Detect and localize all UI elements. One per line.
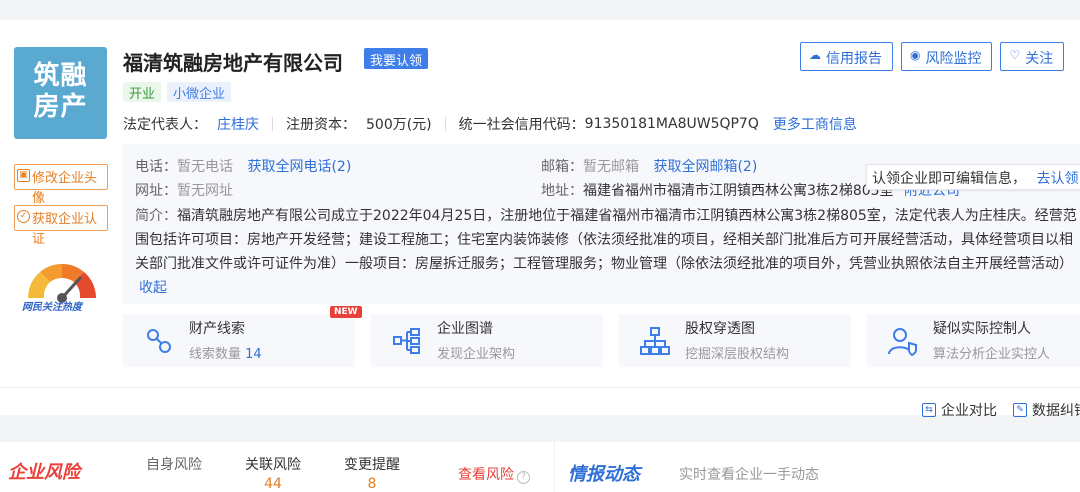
intel-subtitle: 实时查看企业一手动态 [679,467,819,483]
company-header-card: 筑融 房产 ▣ 修改企业头像 ✓ 获取企业认证 网民关注热度 福清筑融房地产有限… [0,20,1080,419]
related-risk[interactable]: 关联风险 44 [239,454,307,492]
status-tags: 开业 小微企业 [123,82,232,102]
claim-button[interactable]: 我要认领 [364,48,429,69]
basic-info-row: 法定代表人： 庄桂庆 注册资本： 500万(元) 统一社会信用代码： 91350… [123,114,857,134]
divider [0,387,1080,388]
phone-row: 电话：暂无电话 获取全网电话(2) [135,159,352,175]
feature-cards: 财产线索 线索数量 14 NEW 企业图谱 发现企业架构 股权穿透图 挖掘深层股… [123,306,1080,367]
capital-value: 500万(元) [366,117,432,133]
size-badge: 小微企业 [167,82,232,102]
change-alert[interactable]: 变更提醒 8 [338,454,406,492]
feature-enterprise-graph[interactable]: 企业图谱 发现企业架构 [371,314,603,367]
edit-logo-button[interactable]: ▣ 修改企业头像 [14,164,108,206]
heat-label: 网民关注热度 [22,302,82,313]
help-icon[interactable]: ? [517,471,530,484]
data-correction-button[interactable]: ✎ 数据纠错 [1013,400,1080,420]
cloud-download-icon: ☁ [809,48,821,62]
credit-code-value: 91350181MA8UW5QP7Q [584,116,759,132]
divider [272,117,273,131]
get-email-link[interactable]: 获取全网邮箱(2) [653,159,757,175]
feature-property-clues[interactable]: 财产线索 线索数量 14 NEW [123,306,362,367]
eye-icon: ◉ [910,48,921,62]
status-badge: 开业 [123,82,162,102]
risk-monitor-button[interactable]: ◉ 风险监控 [901,42,993,71]
email-row: 邮箱：暂无邮箱 获取全网邮箱(2) [541,159,758,175]
user-shield-icon [888,328,917,357]
company-name: 福清筑融房地产有限公司 [123,51,343,75]
self-risk[interactable]: 自身风险 [140,454,208,476]
website-row: 网址：暂无网址 [135,183,233,199]
go-claim-link[interactable]: 去认领 [1036,171,1078,187]
follow-button[interactable]: ♡ 关注 [1000,42,1065,71]
compare-button[interactable]: ⇆ 企业对比 [922,400,997,420]
risk-section-title: 企业风险 [8,462,80,483]
risk-bar: 企业风险 自身风险 关联风险 44 变更提醒 8 查看风险? 情报动态 实时查看… [0,442,1080,492]
org-graph-icon [393,328,420,354]
feature-equity-penetration[interactable]: 股权穿透图 挖掘深层股权结构 [619,314,851,367]
shield-check-icon: ✓ [17,210,30,223]
credit-report-button[interactable]: ☁ 信用报告 [800,42,893,71]
action-buttons: ☁ 信用报告 ◉ 风险监控 ♡ 关注 [800,42,1065,71]
clue-count: 14 [245,347,262,362]
collapse-link[interactable]: 收起 [139,280,167,296]
heart-icon: ♡ [1009,48,1021,62]
company-intro: 简介：福清筑融房地产有限公司成立于2022年04月25日，注册地位于福建省福州市… [135,208,1077,296]
more-info-link[interactable]: 更多工商信息 [773,114,857,134]
correction-icon: ✎ [1013,403,1027,417]
claim-notice: 认领企业即可编辑信息， 去认领 [866,164,1080,190]
divider [444,117,446,131]
image-icon: ▣ [17,169,30,182]
company-logo: 筑融 房产 [14,47,107,139]
hierarchy-icon [640,327,670,355]
new-badge: NEW [330,306,362,318]
get-certification-button[interactable]: ✓ 获取企业认证 [14,205,108,247]
legal-rep-link[interactable]: 庄桂庆 [217,114,259,134]
link-icon [147,329,171,353]
view-risk-link[interactable]: 查看风险? [458,464,530,484]
feature-actual-controller[interactable]: 疑似实际控制人 算法分析企业实控人 [867,314,1080,367]
intel-section-title: 情报动态 [568,464,640,485]
get-phone-link[interactable]: 获取全网电话(2) [247,159,351,175]
divider [554,442,555,492]
compare-icon: ⇆ [922,403,936,417]
bottom-tools: ⇆ 企业对比 ✎ 数据纠错 [922,400,1080,420]
